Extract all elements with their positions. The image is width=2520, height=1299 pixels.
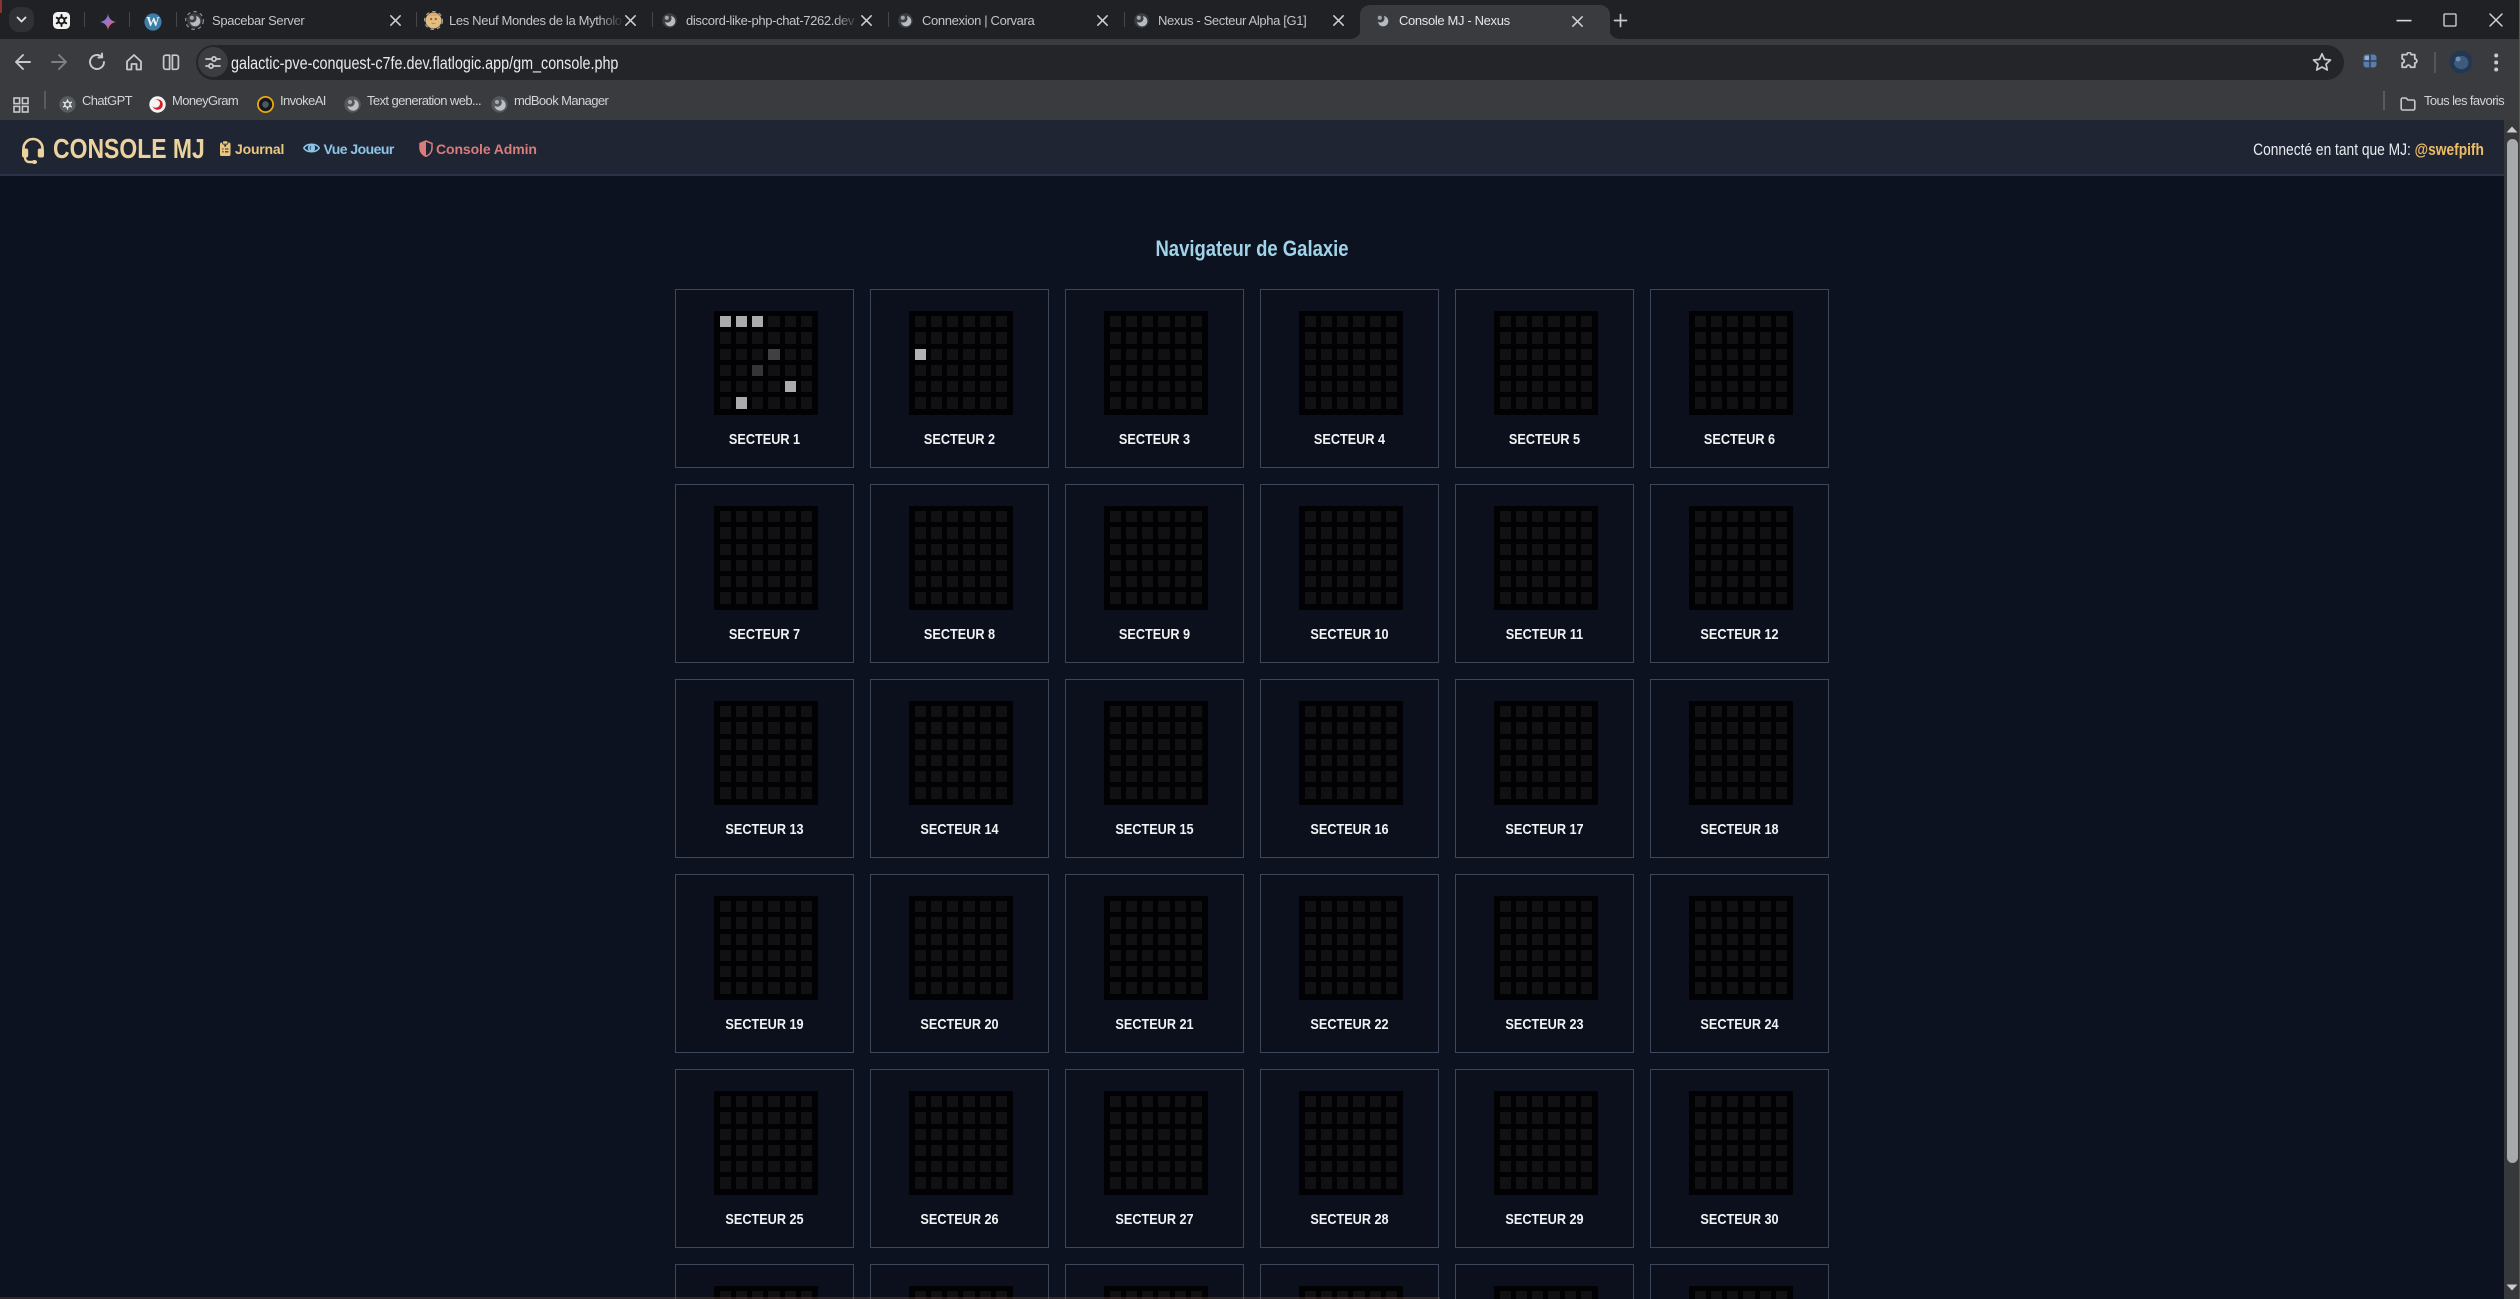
svg-text:W: W (146, 14, 160, 29)
